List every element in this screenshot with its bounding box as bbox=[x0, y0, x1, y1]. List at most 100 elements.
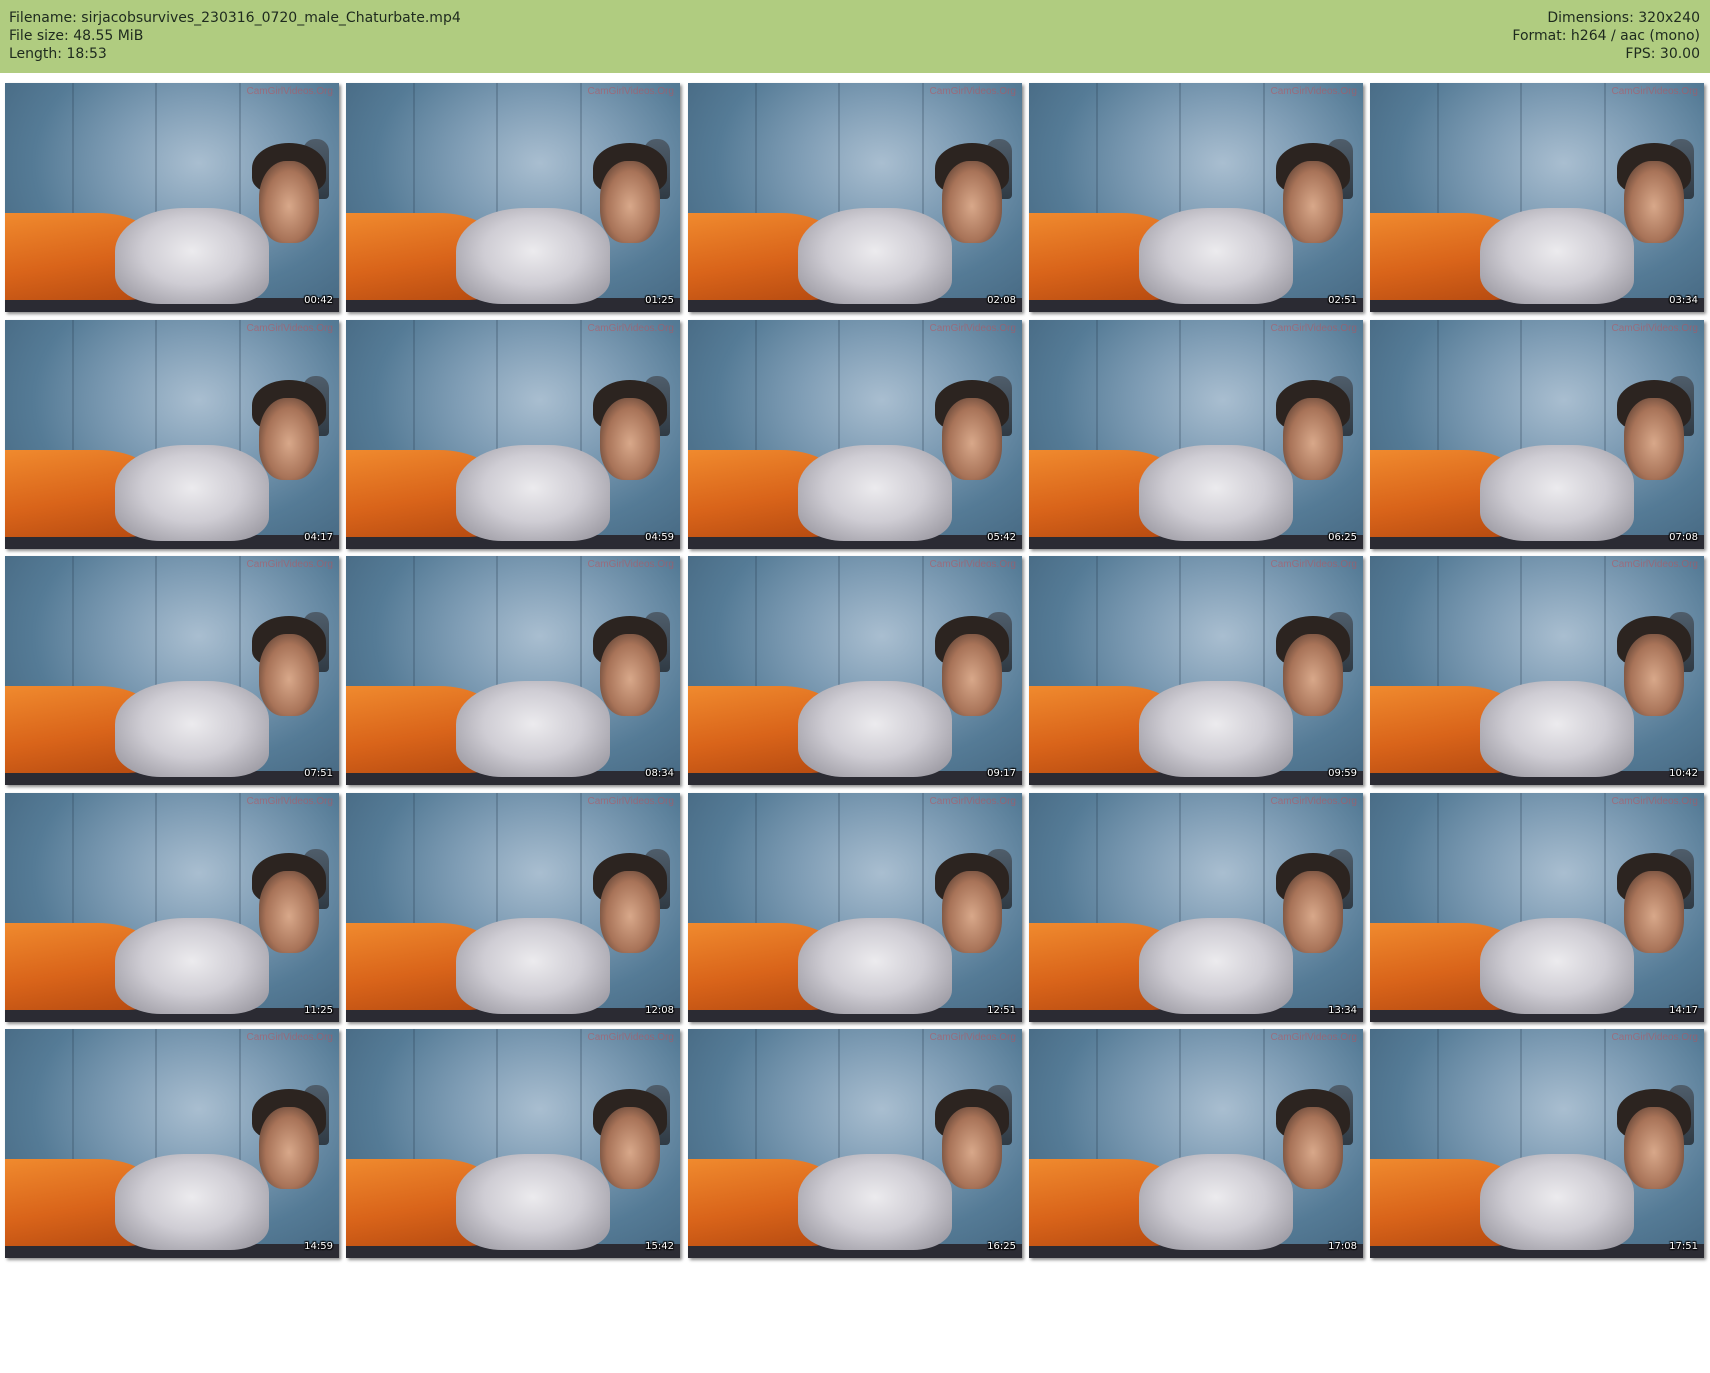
person-face bbox=[258, 870, 319, 954]
dimensions-text: Dimensions: 320x240 bbox=[1547, 10, 1700, 26]
video-thumbnail[interactable]: CamGirlVideos.Org 17:08 bbox=[1029, 1029, 1363, 1258]
video-thumbnail[interactable]: CamGirlVideos.Org 12:08 bbox=[346, 793, 680, 1022]
wall-panel-line bbox=[838, 320, 841, 462]
watermark-text: CamGirlVideos.Org bbox=[929, 559, 1016, 570]
video-thumbnail[interactable]: CamGirlVideos.Org 11:25 bbox=[5, 793, 339, 1022]
video-thumbnail[interactable]: CamGirlVideos.Org 09:17 bbox=[688, 556, 1022, 785]
person-shirt bbox=[1480, 917, 1634, 1014]
wall-panel-line bbox=[1520, 320, 1523, 462]
person-shirt bbox=[1480, 444, 1634, 541]
person-shirt bbox=[115, 207, 269, 304]
video-thumbnail[interactable]: CamGirlVideos.Org 02:51 bbox=[1029, 83, 1363, 312]
person-shirt bbox=[456, 1153, 610, 1250]
wall-panel-line bbox=[1520, 1029, 1523, 1171]
person-face bbox=[258, 1106, 319, 1190]
video-thumbnail[interactable]: CamGirlVideos.Org 13:34 bbox=[1029, 793, 1363, 1022]
wall-panel-line bbox=[71, 556, 74, 698]
watermark-text: CamGirlVideos.Org bbox=[587, 796, 674, 807]
length-text: Length: 18:53 bbox=[9, 46, 107, 62]
video-thumbnail[interactable]: CamGirlVideos.Org 16:25 bbox=[688, 1029, 1022, 1258]
file-info: Filename: sirjacobsurvives_230316_0720_m… bbox=[9, 9, 461, 63]
wall-panel-line bbox=[238, 793, 241, 935]
person-shirt bbox=[456, 917, 610, 1014]
video-thumbnail[interactable]: CamGirlVideos.Org 01:25 bbox=[346, 83, 680, 312]
wall-panel-line bbox=[238, 556, 241, 698]
watermark-text: CamGirlVideos.Org bbox=[246, 796, 333, 807]
wall-panel-line bbox=[155, 83, 158, 225]
watermark-text: CamGirlVideos.Org bbox=[1270, 86, 1357, 97]
video-thumbnail[interactable]: CamGirlVideos.Org 03:34 bbox=[1370, 83, 1704, 312]
wall-panel-line bbox=[1520, 793, 1523, 935]
video-thumbnail[interactable]: CamGirlVideos.Org 15:42 bbox=[346, 1029, 680, 1258]
watermark-text: CamGirlVideos.Org bbox=[929, 796, 1016, 807]
video-thumbnail[interactable]: CamGirlVideos.Org 02:08 bbox=[688, 83, 1022, 312]
person-shirt bbox=[798, 680, 952, 777]
wall-panel-line bbox=[1179, 320, 1182, 462]
timestamp-label: 14:59 bbox=[304, 1241, 333, 1252]
wall-panel-line bbox=[579, 793, 582, 935]
person-face bbox=[941, 870, 1002, 954]
wall-panel-line bbox=[1262, 793, 1265, 935]
watermark-text: CamGirlVideos.Org bbox=[1611, 559, 1698, 570]
watermark-text: CamGirlVideos.Org bbox=[246, 559, 333, 570]
filesize-text: File size: 48.55 MiB bbox=[9, 28, 144, 44]
wall-panel-line bbox=[238, 320, 241, 462]
watermark-text: CamGirlVideos.Org bbox=[1270, 323, 1357, 334]
wall-panel-line bbox=[754, 793, 757, 935]
video-thumbnail[interactable]: CamGirlVideos.Org 00:42 bbox=[5, 83, 339, 312]
timestamp-label: 07:08 bbox=[1669, 532, 1698, 543]
video-thumbnail[interactable]: CamGirlVideos.Org 07:51 bbox=[5, 556, 339, 785]
wall-panel-line bbox=[1095, 83, 1098, 225]
watermark-text: CamGirlVideos.Org bbox=[246, 1032, 333, 1043]
person-face bbox=[1282, 160, 1343, 244]
person-shirt bbox=[456, 680, 610, 777]
video-thumbnail[interactable]: CamGirlVideos.Org 06:25 bbox=[1029, 320, 1363, 549]
watermark-text: CamGirlVideos.Org bbox=[246, 323, 333, 334]
wall-panel-line bbox=[412, 1029, 415, 1171]
person-shirt bbox=[798, 917, 952, 1014]
wall-panel-line bbox=[412, 556, 415, 698]
wall-panel-line bbox=[71, 1029, 74, 1171]
timestamp-label: 14:17 bbox=[1669, 1005, 1698, 1016]
person-shirt bbox=[798, 444, 952, 541]
timestamp-label: 07:51 bbox=[304, 768, 333, 779]
video-thumbnail[interactable]: CamGirlVideos.Org 17:51 bbox=[1370, 1029, 1704, 1258]
person-face bbox=[599, 1106, 660, 1190]
person-face bbox=[599, 160, 660, 244]
video-thumbnail[interactable]: CamGirlVideos.Org 12:51 bbox=[688, 793, 1022, 1022]
video-thumbnail[interactable]: CamGirlVideos.Org 09:59 bbox=[1029, 556, 1363, 785]
video-thumbnail[interactable]: CamGirlVideos.Org 08:34 bbox=[346, 556, 680, 785]
person-face bbox=[1623, 160, 1684, 244]
timestamp-label: 10:42 bbox=[1669, 768, 1698, 779]
person-face bbox=[1282, 397, 1343, 481]
timestamp-label: 13:34 bbox=[1328, 1005, 1357, 1016]
timestamp-label: 00:42 bbox=[304, 295, 333, 306]
wall-panel-line bbox=[1603, 1029, 1606, 1171]
wall-panel-line bbox=[921, 83, 924, 225]
timestamp-label: 16:25 bbox=[987, 1241, 1016, 1252]
wall-panel-line bbox=[1262, 320, 1265, 462]
person-face bbox=[941, 397, 1002, 481]
person-shirt bbox=[1480, 207, 1634, 304]
wall-panel-line bbox=[71, 793, 74, 935]
person-shirt bbox=[1139, 444, 1293, 541]
wall-panel-line bbox=[1436, 83, 1439, 225]
wall-panel-line bbox=[754, 1029, 757, 1171]
video-thumbnail[interactable]: CamGirlVideos.Org 04:17 bbox=[5, 320, 339, 549]
wall-panel-line bbox=[1095, 556, 1098, 698]
wall-panel-line bbox=[921, 793, 924, 935]
person-shirt bbox=[115, 444, 269, 541]
wall-panel-line bbox=[496, 793, 499, 935]
video-thumbnail[interactable]: CamGirlVideos.Org 14:59 bbox=[5, 1029, 339, 1258]
watermark-text: CamGirlVideos.Org bbox=[1611, 1032, 1698, 1043]
wall-panel-line bbox=[579, 556, 582, 698]
person-shirt bbox=[456, 444, 610, 541]
video-thumbnail[interactable]: CamGirlVideos.Org 04:59 bbox=[346, 320, 680, 549]
person-shirt bbox=[1139, 917, 1293, 1014]
video-thumbnail[interactable]: CamGirlVideos.Org 14:17 bbox=[1370, 793, 1704, 1022]
wall-panel-line bbox=[921, 1029, 924, 1171]
video-thumbnail[interactable]: CamGirlVideos.Org 10:42 bbox=[1370, 556, 1704, 785]
wall-panel-line bbox=[1603, 793, 1606, 935]
video-thumbnail[interactable]: CamGirlVideos.Org 07:08 bbox=[1370, 320, 1704, 549]
video-thumbnail[interactable]: CamGirlVideos.Org 05:42 bbox=[688, 320, 1022, 549]
